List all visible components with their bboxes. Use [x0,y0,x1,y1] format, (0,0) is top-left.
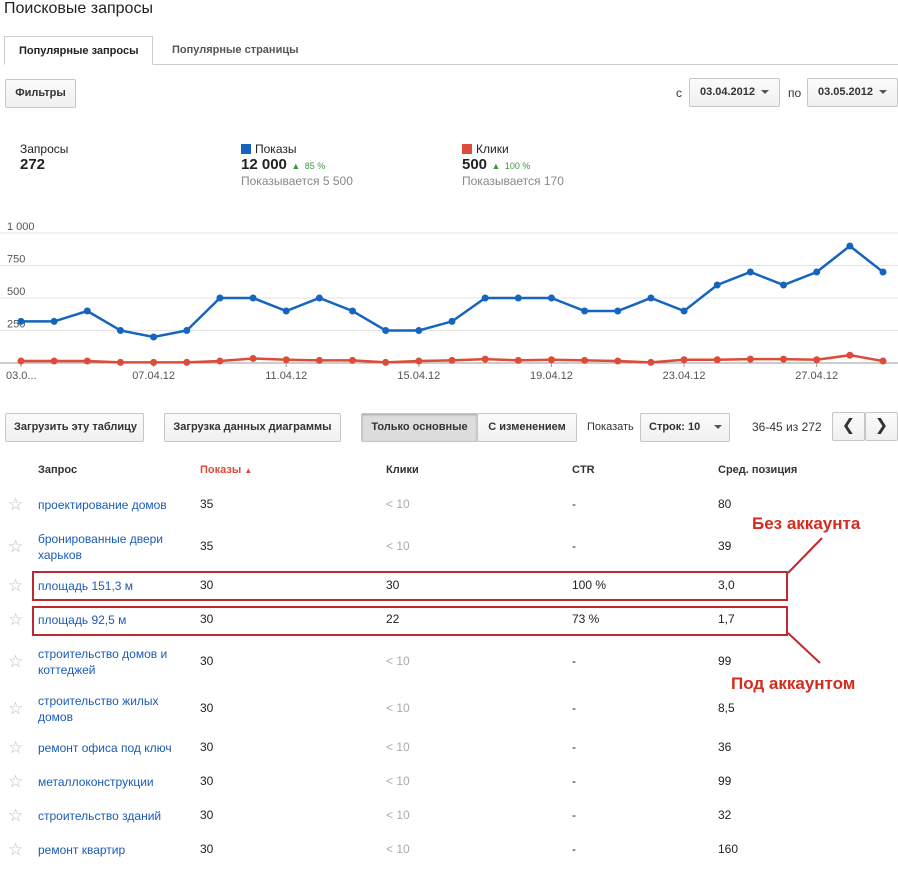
annotation-with-account: Под аккаунтом [731,674,856,693]
annotation-arrows [787,537,823,664]
annotation-arrow-bottom [787,632,821,664]
annotation-arrow-top [787,537,823,574]
annotation-without-account: Без аккаунта [752,514,861,533]
